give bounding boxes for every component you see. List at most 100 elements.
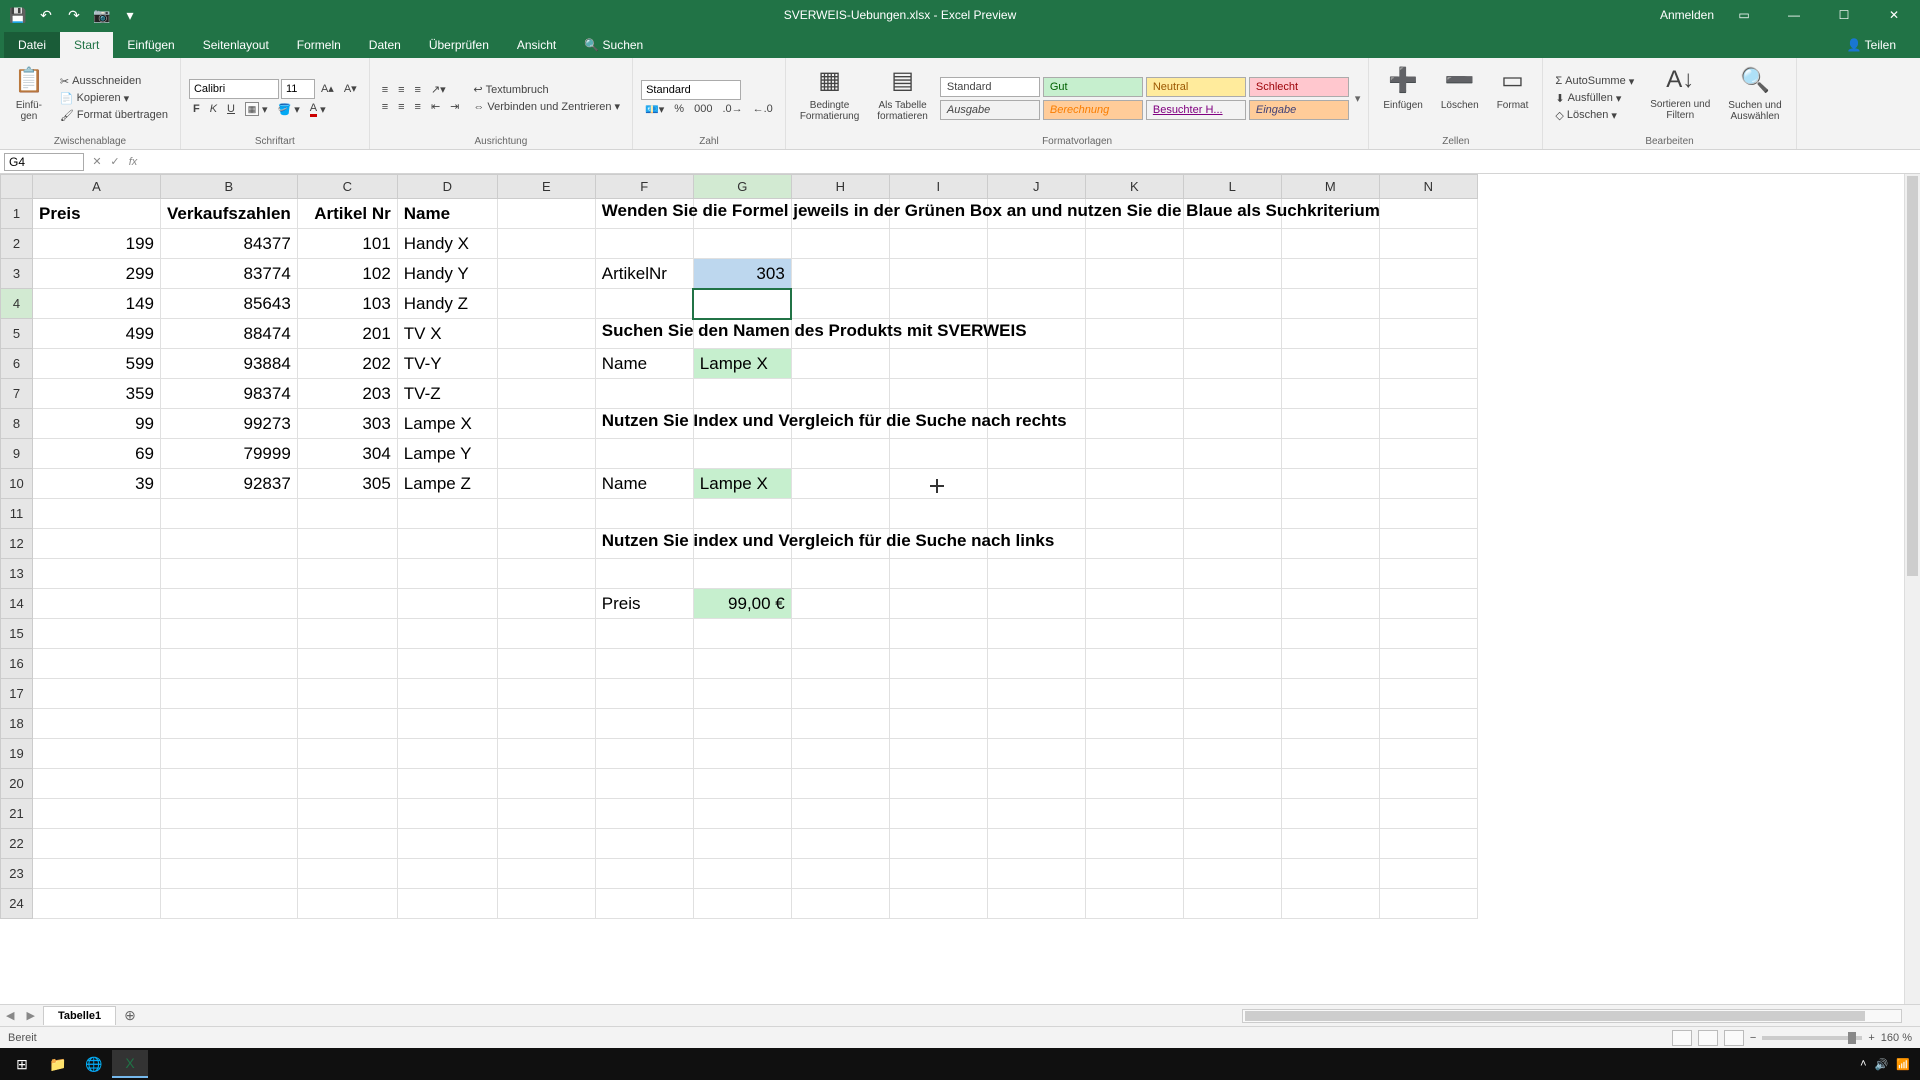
tab-start[interactable]: Start	[60, 32, 113, 58]
cell-D3[interactable]: Handy Y	[397, 259, 497, 289]
row-header-17[interactable]: 17	[1, 679, 33, 709]
cell-L9[interactable]	[1183, 439, 1281, 469]
tray-network-icon[interactable]: 📶	[1896, 1058, 1910, 1071]
cell-F18[interactable]	[595, 709, 693, 739]
cell-M4[interactable]	[1281, 289, 1379, 319]
cell-L11[interactable]	[1183, 499, 1281, 529]
signin-link[interactable]: Anmelden	[1660, 8, 1714, 22]
cell-G9[interactable]	[693, 439, 791, 469]
view-normal-icon[interactable]	[1672, 1030, 1692, 1046]
cell-B19[interactable]	[161, 739, 298, 769]
cell-E22[interactable]	[497, 829, 595, 859]
cell-E18[interactable]	[497, 709, 595, 739]
autosum-button[interactable]: ΣAutoSumme ▾	[1551, 74, 1638, 89]
cell-I23[interactable]	[889, 859, 987, 889]
cell-B15[interactable]	[161, 619, 298, 649]
cell-A21[interactable]	[33, 799, 161, 829]
align-bottom-icon[interactable]: ≡	[411, 83, 425, 97]
increase-font-icon[interactable]: A▴	[317, 81, 338, 96]
cell-I9[interactable]	[889, 439, 987, 469]
tab-ansicht[interactable]: Ansicht	[503, 32, 570, 58]
col-header-F[interactable]: F	[595, 175, 693, 199]
cell-M17[interactable]	[1281, 679, 1379, 709]
cell-C4[interactable]: 103	[297, 289, 397, 319]
cell-F3[interactable]: ArtikelNr	[595, 259, 693, 289]
cell-I19[interactable]	[889, 739, 987, 769]
cell-J23[interactable]	[987, 859, 1085, 889]
vertical-scrollbar[interactable]	[1904, 174, 1920, 1004]
cell-M10[interactable]	[1281, 469, 1379, 499]
row-header-11[interactable]: 11	[1, 499, 33, 529]
cell-C1[interactable]: Artikel Nr	[297, 199, 397, 229]
cell-E23[interactable]	[497, 859, 595, 889]
align-center-icon[interactable]: ≡	[394, 100, 408, 114]
cell-B12[interactable]	[161, 529, 298, 559]
cell-I2[interactable]	[889, 229, 987, 259]
undo-icon[interactable]: ↶	[36, 5, 56, 25]
cell-B10[interactable]: 92837	[161, 469, 298, 499]
cell-H15[interactable]	[791, 619, 889, 649]
cell-H14[interactable]	[791, 589, 889, 619]
cell-M19[interactable]	[1281, 739, 1379, 769]
cell-B17[interactable]	[161, 679, 298, 709]
cell-K22[interactable]	[1085, 829, 1183, 859]
col-header-E[interactable]: E	[497, 175, 595, 199]
cell-L6[interactable]	[1183, 349, 1281, 379]
cell-A12[interactable]	[33, 529, 161, 559]
cell-J19[interactable]	[987, 739, 1085, 769]
style-eingabe[interactable]: Eingabe	[1249, 100, 1349, 120]
row-header-13[interactable]: 13	[1, 559, 33, 589]
cell-I24[interactable]	[889, 889, 987, 919]
cell-I7[interactable]	[889, 379, 987, 409]
cell-H2[interactable]	[791, 229, 889, 259]
cell-C15[interactable]	[297, 619, 397, 649]
excel-taskbar-icon[interactable]: X	[112, 1050, 148, 1078]
cell-M13[interactable]	[1281, 559, 1379, 589]
cell-I20[interactable]	[889, 769, 987, 799]
cell-J17[interactable]	[987, 679, 1085, 709]
qat-customize-icon[interactable]: ▾	[120, 5, 140, 25]
sheet-nav-next-icon[interactable]: ▶	[20, 1009, 40, 1022]
fill-button[interactable]: ⬇Ausfüllen ▾	[1551, 91, 1638, 106]
cell-E21[interactable]	[497, 799, 595, 829]
tab-ueberpruefen[interactable]: Überprüfen	[415, 32, 503, 58]
cell-G13[interactable]	[693, 559, 791, 589]
cell-E1[interactable]	[497, 199, 595, 229]
cell-F21[interactable]	[595, 799, 693, 829]
cell-A5[interactable]: 499	[33, 319, 161, 349]
cell-L3[interactable]	[1183, 259, 1281, 289]
cell-N11[interactable]	[1379, 499, 1477, 529]
edge-icon[interactable]: 🌐	[76, 1050, 112, 1078]
cell-E10[interactable]	[497, 469, 595, 499]
cell-G14[interactable]: 99,00 €	[693, 589, 791, 619]
horizontal-scrollbar[interactable]	[1242, 1009, 1902, 1023]
conditional-format-button[interactable]: ▦Bedingte Formatierung	[794, 62, 865, 134]
cell-L10[interactable]	[1183, 469, 1281, 499]
cell-A9[interactable]: 69	[33, 439, 161, 469]
cell-A7[interactable]: 359	[33, 379, 161, 409]
cell-J9[interactable]	[987, 439, 1085, 469]
col-header-J[interactable]: J	[987, 175, 1085, 199]
cell-J14[interactable]	[987, 589, 1085, 619]
cell-L17[interactable]	[1183, 679, 1281, 709]
row-header-24[interactable]: 24	[1, 889, 33, 919]
col-header-L[interactable]: L	[1183, 175, 1281, 199]
cell-E2[interactable]	[497, 229, 595, 259]
cell-N19[interactable]	[1379, 739, 1477, 769]
cell-A10[interactable]: 39	[33, 469, 161, 499]
cell-I4[interactable]	[889, 289, 987, 319]
cell-F13[interactable]	[595, 559, 693, 589]
cell-B18[interactable]	[161, 709, 298, 739]
cell-G4[interactable]	[693, 289, 791, 319]
cell-B11[interactable]	[161, 499, 298, 529]
cell-H9[interactable]	[791, 439, 889, 469]
cell-G2[interactable]	[693, 229, 791, 259]
cell-N15[interactable]	[1379, 619, 1477, 649]
inc-decimal-icon[interactable]: .0→	[718, 102, 746, 116]
cell-A19[interactable]	[33, 739, 161, 769]
cell-K13[interactable]	[1085, 559, 1183, 589]
cell-J18[interactable]	[987, 709, 1085, 739]
start-button[interactable]: ⊞	[4, 1050, 40, 1078]
fill-color-button[interactable]: 🪣▾	[274, 102, 304, 117]
cell-C24[interactable]	[297, 889, 397, 919]
